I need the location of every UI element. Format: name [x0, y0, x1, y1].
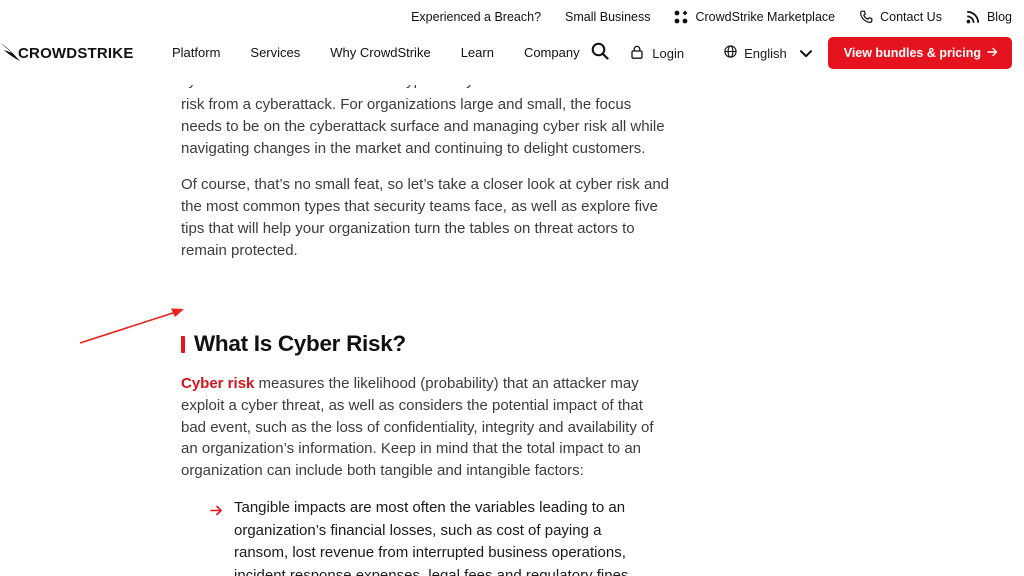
- view-bundles-button[interactable]: View bundles & pricing: [827, 37, 1012, 69]
- language-selector[interactable]: English: [724, 45, 812, 61]
- contact-link[interactable]: Contact Us: [859, 10, 942, 24]
- site-header: Experienced a Breach? Small Business Cro…: [0, 0, 1024, 85]
- nav-links: Platform Services Why CrowdStrike Learn …: [172, 45, 580, 60]
- heading-text: What Is Cyber Risk?: [194, 331, 406, 356]
- cta-label: View bundles & pricing: [843, 46, 981, 60]
- search-icon: [591, 42, 609, 65]
- article-body: cyber risk and the most common types of …: [181, 76, 671, 277]
- nav-why-crowdstrike[interactable]: Why CrowdStrike: [330, 45, 430, 60]
- main-nav: CROWDSTRIKE Platform Services Why CrowdS…: [0, 34, 1024, 72]
- logo-text: CROWDSTRIKE: [18, 45, 134, 62]
- nav-platform[interactable]: Platform: [172, 45, 220, 60]
- arrow-right-icon: [987, 46, 998, 60]
- annotation-arrow-icon: [76, 303, 188, 352]
- bullet-arrow-icon: [210, 497, 224, 576]
- nav-actions: Login English View bundles & pricing: [589, 37, 1012, 69]
- chevron-down-icon: [799, 46, 812, 61]
- heading-accent-bar: [181, 335, 185, 353]
- breach-label: Experienced a Breach?: [411, 10, 542, 24]
- small-business-label: Small Business: [565, 10, 651, 24]
- small-business-link[interactable]: Small Business: [565, 10, 650, 24]
- contact-label: Contact Us: [880, 10, 942, 24]
- cyber-risk-link[interactable]: Cyber risk: [181, 375, 254, 392]
- nav-learn[interactable]: Learn: [461, 45, 494, 60]
- section-heading: What Is Cyber Risk?: [181, 331, 406, 357]
- login-label: Login: [652, 45, 685, 61]
- utility-bar: Experienced a Breach? Small Business Cro…: [411, 0, 1012, 34]
- phone-icon: [859, 10, 873, 24]
- list-item: Tangible impacts are most often the vari…: [210, 497, 650, 576]
- paragraph-1: risk from a cyberattack. For organizatio…: [181, 96, 665, 157]
- paragraph-2: Of course, that’s no small feat, so let’…: [181, 176, 670, 259]
- search-button[interactable]: [589, 42, 611, 64]
- crowdstrike-logo[interactable]: CROWDSTRIKE: [0, 39, 134, 68]
- lock-icon: [631, 45, 643, 62]
- blog-label: Blog: [986, 10, 1012, 24]
- nav-company[interactable]: Company: [524, 45, 580, 60]
- language-label: English: [744, 45, 787, 61]
- bullet-text: Tangible impacts are most often the vari…: [234, 499, 633, 576]
- nav-services[interactable]: Services: [250, 45, 300, 60]
- globe-icon: [724, 45, 737, 61]
- marketplace-label: CrowdStrike Marketplace: [695, 10, 836, 24]
- blog-link[interactable]: Blog: [966, 10, 1012, 24]
- marketplace-icon: [674, 10, 688, 24]
- login-button[interactable]: Login: [631, 45, 684, 62]
- paragraph-3: Cyber risk measures the likelihood (prob…: [181, 373, 671, 482]
- rss-icon: [966, 10, 980, 24]
- breach-link[interactable]: Experienced a Breach?: [411, 10, 541, 24]
- section-body: Cyber risk measures the likelihood (prob…: [181, 373, 671, 482]
- marketplace-link[interactable]: CrowdStrike Marketplace: [674, 10, 835, 24]
